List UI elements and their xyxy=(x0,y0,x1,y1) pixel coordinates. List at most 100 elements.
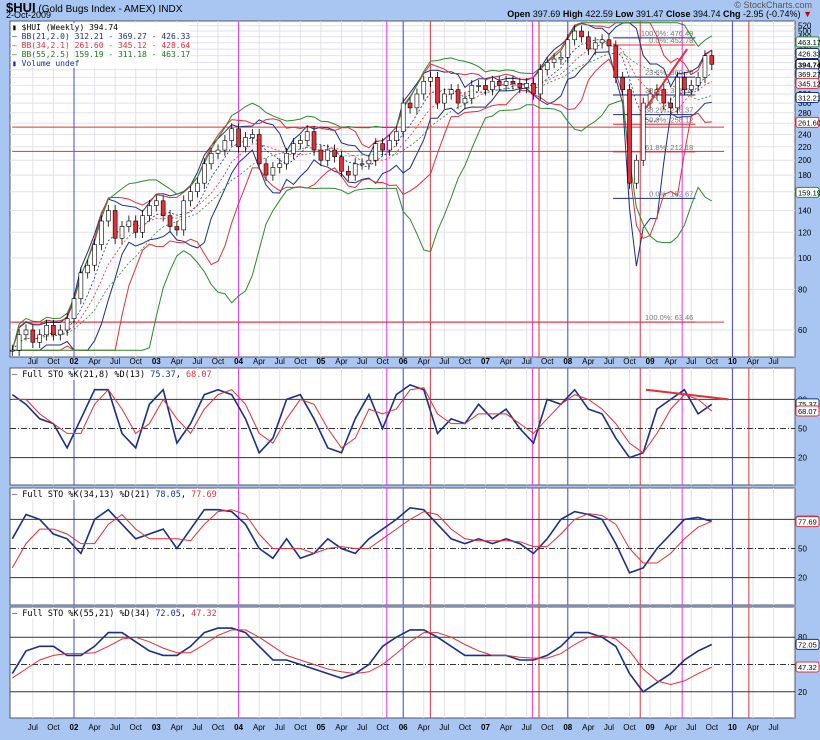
sto1-legend: — Full STO %K(21,8) %D(13) 75.37, 68.07 xyxy=(12,370,212,380)
price-tag: 261.60 xyxy=(798,118,820,127)
price-tag: 312.21 xyxy=(798,93,820,102)
price-candle xyxy=(606,39,612,47)
legend-price: ▮ $HUI (Weekly) 394.74 xyxy=(12,23,118,32)
y-tick-label: 100 xyxy=(798,254,812,263)
price-candle xyxy=(346,170,351,176)
price-candle xyxy=(688,85,694,90)
price-candle xyxy=(682,77,687,90)
y-tick-label: 20 xyxy=(798,574,807,583)
price-candle xyxy=(147,205,152,216)
sto1-label: Full STO %K(21,8) %D(13) xyxy=(22,370,146,380)
x-tick-label: Jul xyxy=(439,723,449,732)
legend-bb1: — BB(21,2.0) 312.21 - 369.27 - 426.33 xyxy=(12,32,191,41)
close-value: 394.74 xyxy=(692,9,721,19)
legend-volume-text: Volume undef xyxy=(21,59,80,68)
price-candle xyxy=(71,298,77,320)
price-candle xyxy=(277,163,283,168)
price-candle xyxy=(112,210,118,239)
price-tag: 463.17 xyxy=(798,38,820,47)
x-tick-label: Oct xyxy=(212,723,225,732)
sto1-d: 68.07 xyxy=(186,370,212,380)
x-tick-label: 06 xyxy=(399,723,408,732)
price-candle xyxy=(304,131,310,141)
legend-bb2-text: BB(34,2.1) 261.60 - 345.12 - 428.64 xyxy=(21,41,191,50)
x-tick-label: Oct xyxy=(129,357,142,366)
price-candle xyxy=(476,85,481,87)
price-candle xyxy=(613,45,619,78)
x-tick-label: Jul xyxy=(192,357,202,366)
open-label: Open xyxy=(507,9,531,19)
price-candle xyxy=(538,69,543,95)
x-tick-label: 10 xyxy=(728,357,737,366)
price-candle xyxy=(373,143,379,161)
price-candle xyxy=(455,89,461,104)
panel-background xyxy=(9,606,796,719)
legend-bb3: — BB(55,2.5) 159.19 - 311.18 - 463.17 xyxy=(12,50,191,59)
price-candle xyxy=(311,131,317,151)
x-tick-label: Oct xyxy=(623,357,636,366)
value-tag: 68.07 xyxy=(798,407,817,416)
price-candle xyxy=(202,163,207,184)
y-tick-label: 20 xyxy=(798,454,807,463)
price-candle xyxy=(133,220,139,233)
y-tick-label: 240 xyxy=(798,131,812,140)
price-candle xyxy=(380,143,385,151)
price-candle xyxy=(222,140,228,151)
y-tick-label: 80 xyxy=(798,285,807,294)
price-candle xyxy=(140,215,145,233)
price-candle xyxy=(188,191,193,202)
x-tick-label: Jul xyxy=(110,357,120,366)
x-tick-label: 05 xyxy=(316,357,325,366)
x-tick-label: 05 xyxy=(316,723,325,732)
x-tick-label: Oct xyxy=(459,357,472,366)
price-candle xyxy=(702,55,708,78)
x-tick-label: Oct xyxy=(459,723,472,732)
value-tag: 72.05 xyxy=(798,640,817,649)
price-candle xyxy=(503,81,509,86)
price-candle xyxy=(243,137,248,148)
x-tick-label: Jul xyxy=(28,723,38,732)
price-tag: 394.74 xyxy=(798,60,820,69)
x-tick-label: 08 xyxy=(563,723,572,732)
x-tick-label: Apr xyxy=(664,723,677,732)
x-tick-label: 07 xyxy=(481,723,490,732)
sto3-legend: — Full STO %K(55,21) %D(34) 72.05, 47.32 xyxy=(12,609,217,619)
sto2-label: Full STO %K(34,13) %D(21) xyxy=(22,490,151,500)
price-tag: 426.33 xyxy=(798,50,820,59)
price-candle xyxy=(366,159,372,165)
x-tick-label: Oct xyxy=(376,723,389,732)
price-candle xyxy=(332,149,337,158)
price-candle xyxy=(44,325,49,336)
x-tick-label: 06 xyxy=(399,357,408,366)
x-tick-label: Jul xyxy=(192,723,202,732)
sto3-k: 72.05 xyxy=(155,609,181,619)
x-tick-label: Jul xyxy=(686,723,696,732)
x-tick-label: 08 xyxy=(563,357,572,366)
x-tick-label: Jul xyxy=(110,723,120,732)
price-candle xyxy=(325,149,331,161)
chg-value: -2.95 (-0.74%) xyxy=(743,9,801,19)
x-tick-label: Oct xyxy=(47,723,60,732)
x-tick-label: Oct xyxy=(129,723,142,732)
x-tick-label: Jul xyxy=(768,357,778,366)
sto2-d: 77.69 xyxy=(191,490,217,500)
price-candle xyxy=(291,143,296,154)
chart-date: 2-Oct-2009 xyxy=(6,10,52,20)
fib-level-label: 0.0%: 452.78 xyxy=(649,36,693,45)
x-tick-label: Oct xyxy=(706,723,719,732)
x-tick-label: Jul xyxy=(357,357,367,366)
high-label: High xyxy=(562,9,583,19)
price-candle xyxy=(579,30,584,38)
price-candle xyxy=(510,81,516,84)
legend-volume: ▮ Volume undef xyxy=(12,59,80,68)
price-candle xyxy=(448,89,454,95)
x-tick-label: 02 xyxy=(70,723,79,732)
y-tick-label: 280 xyxy=(798,109,812,118)
x-tick-label: Apr xyxy=(582,357,595,366)
price-candle xyxy=(119,226,125,239)
price-candle xyxy=(154,200,159,206)
price-candle xyxy=(64,318,70,331)
price-candle xyxy=(675,77,680,109)
x-tick-label: Apr xyxy=(88,357,101,366)
price-candle xyxy=(599,39,605,44)
